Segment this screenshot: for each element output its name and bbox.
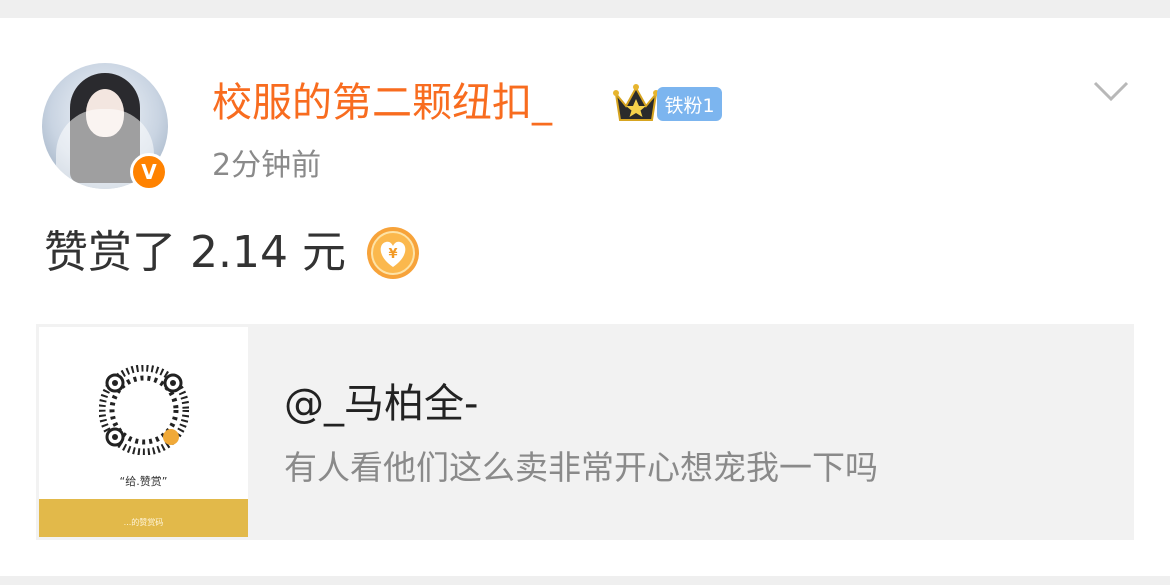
crown-icon: [613, 84, 659, 121]
bottom-divider: [0, 576, 1170, 585]
post-time: 2分钟前: [212, 148, 322, 183]
author-name[interactable]: 校服的第二颗纽扣_: [212, 77, 552, 129]
qr-caption: “给.赞赏”: [119, 475, 168, 488]
chevron-down-icon[interactable]: [1093, 80, 1129, 102]
verified-icon: V: [130, 153, 168, 191]
qr-thumbnail: “给.赞赏” ...的赞赏码: [39, 327, 248, 537]
coin-symbol: ¥: [388, 247, 397, 262]
card-description: 有人看他们这么卖非常开心想宠我一下吗: [284, 448, 878, 487]
reward-text: 赞赏了 2.14 元: [44, 227, 346, 278]
qr-footer-text: ...的赞赏码: [123, 518, 164, 527]
qr-code: [99, 365, 189, 455]
link-card[interactable]: “给.赞赏” ...的赞赏码: [36, 324, 1134, 540]
card-title[interactable]: @_马柏全-: [284, 378, 478, 430]
top-divider: [0, 0, 1170, 18]
fan-badge: 铁粉1: [657, 87, 722, 121]
coin-icon: ¥: [367, 227, 419, 279]
